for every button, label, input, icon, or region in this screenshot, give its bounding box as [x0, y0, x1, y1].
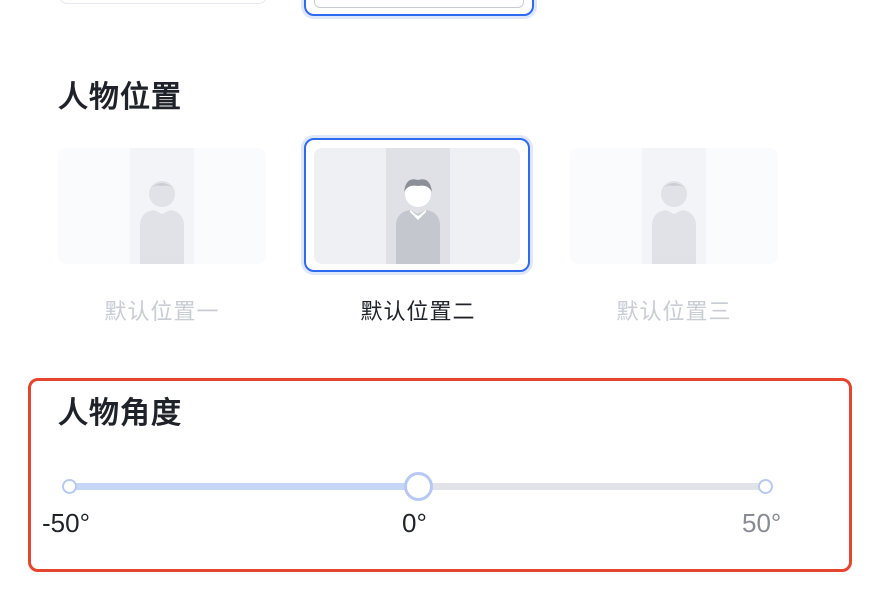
angle-slider-fill [70, 483, 418, 490]
position-option-label-1: 默认位置一 [104, 300, 220, 325]
angle-section-title: 人物角度 [58, 396, 182, 431]
position-section-title: 人物位置 [58, 80, 182, 115]
position-option-label-3: 默认位置三 [616, 300, 732, 325]
person-silhouette-icon [652, 181, 696, 264]
position-option-label-2: 默认位置二 [360, 300, 476, 325]
position-option-thumbnail-2 [314, 148, 520, 264]
prev-option-card-selected[interactable] [304, 0, 534, 16]
position-option-card-1[interactable] [58, 148, 266, 264]
angle-max-label: 50° [742, 508, 782, 538]
angle-slider-thumb[interactable] [404, 472, 433, 501]
angle-slider-max-stop[interactable] [758, 479, 773, 494]
prev-option-thumbnail [314, 0, 524, 8]
position-option-card-2[interactable] [304, 138, 530, 272]
person-silhouette-icon [396, 179, 440, 264]
angle-min-label: -50° [42, 508, 90, 538]
prev-option-card[interactable] [58, 0, 268, 4]
angle-mid-label: 0° [402, 508, 427, 538]
angle-slider-track[interactable] [418, 483, 766, 490]
angle-slider-min-stop[interactable] [62, 479, 77, 494]
person-silhouette-icon [140, 181, 184, 264]
position-option-card-3[interactable] [570, 148, 778, 264]
